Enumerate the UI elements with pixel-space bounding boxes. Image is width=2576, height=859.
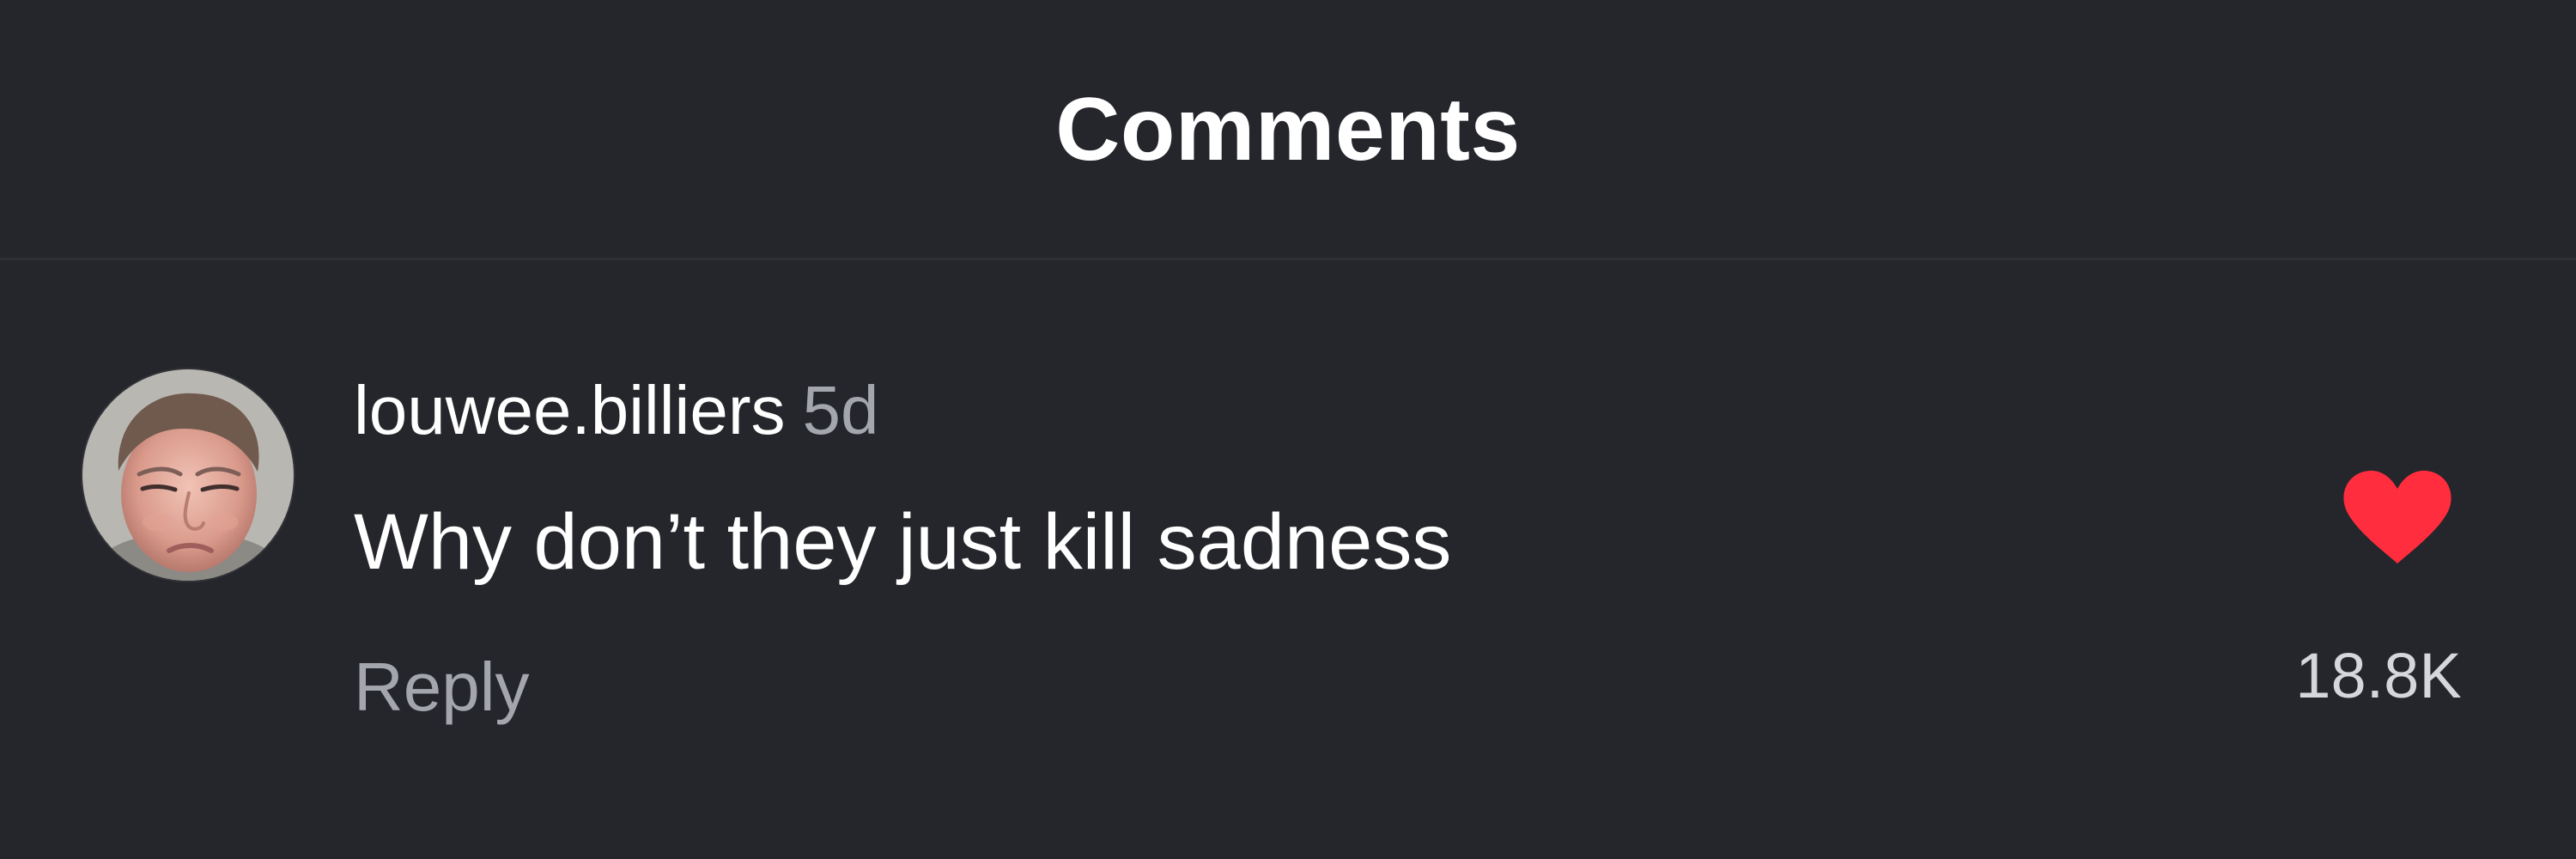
comment-meta: louwee.billiers 5d: [354, 376, 878, 445]
comment-text: Why don’t they just kill sadness: [354, 498, 1452, 586]
comment-timestamp: 5d: [802, 372, 879, 448]
page-title: Comments: [1055, 80, 1521, 180]
comments-header: Comments: [0, 0, 2576, 260]
comment-item: louwee.billiers 5d Why don’t they just ki…: [0, 258, 2576, 859]
heart-filled-icon: [2343, 470, 2451, 564]
like-button[interactable]: [2337, 457, 2458, 577]
avatar[interactable]: [82, 369, 294, 581]
user-avatar-photo-icon: [82, 369, 294, 581]
username-link[interactable]: louwee.billiers: [354, 372, 785, 448]
like-count: 18.8K: [2295, 640, 2462, 711]
reply-button[interactable]: Reply: [354, 653, 530, 722]
